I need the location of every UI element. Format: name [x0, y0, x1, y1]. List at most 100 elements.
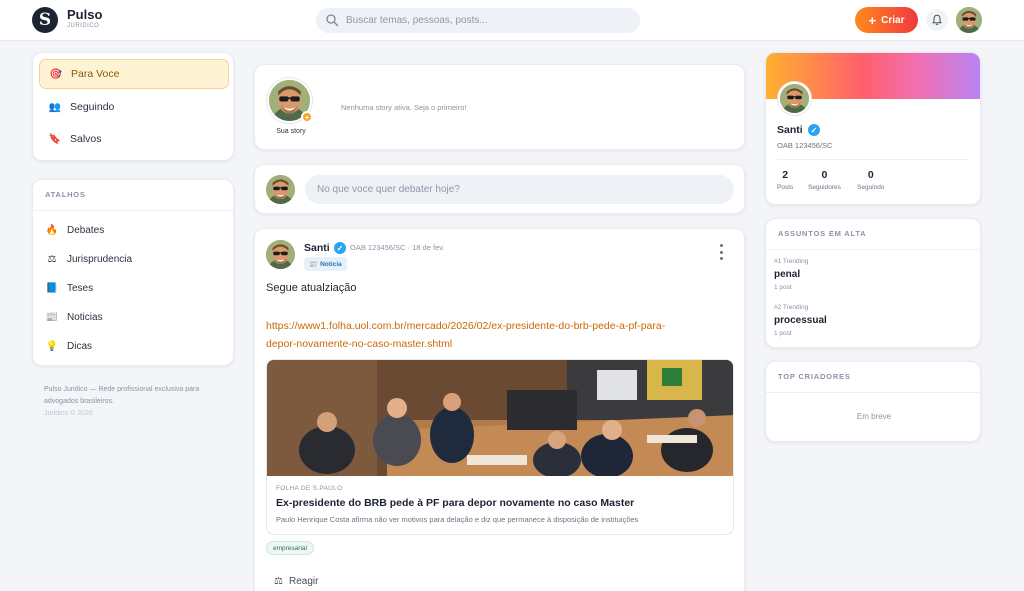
- add-story-icon[interactable]: +: [301, 111, 313, 123]
- post-category-badge: 📰 Noticia: [304, 257, 347, 271]
- more-options-button[interactable]: [717, 244, 725, 260]
- divider: [777, 159, 969, 160]
- divider: [33, 210, 233, 211]
- bell-icon: [932, 14, 942, 25]
- book-icon: 📘: [45, 282, 59, 294]
- post-link-line: depor-novamente-no-caso-master.shtml: [266, 338, 453, 350]
- stories-panel: + Sua story Nenhuma story ativa. Seja o …: [254, 64, 745, 150]
- shortcut-label: Noticias: [67, 311, 103, 323]
- plus-icon: +: [868, 12, 877, 28]
- footer-copyright: Juridico © 2026: [44, 410, 93, 417]
- shortcut-teses[interactable]: 📘 Teses: [45, 279, 93, 297]
- react-button[interactable]: ⚖ Reagir: [274, 576, 318, 587]
- stat-posts[interactable]: 2 Posts: [777, 169, 793, 191]
- top-creators-panel: TOP CRIADORES Em breve: [765, 361, 981, 442]
- feed-post: Santi ✓ OAB 123456/SC · 18 de fev. 📰 Not…: [254, 228, 745, 591]
- link-preview-description: Paulo Henrique Costa afirma não ver moti…: [276, 515, 639, 524]
- post-oab: OAB 123456/SC: [350, 243, 406, 252]
- create-button[interactable]: + Criar: [855, 7, 918, 33]
- footer-description: Pulso Juridico — Rede profissional exclu…: [44, 386, 200, 405]
- shortcuts-title: ATALHOS: [45, 190, 86, 199]
- link-preview-card[interactable]: FOLHA DE S.PAULO Ex-presidente do BRB pe…: [266, 359, 734, 535]
- trending-topic[interactable]: penal: [774, 269, 800, 280]
- post-author-name[interactable]: Santi: [304, 242, 330, 254]
- scales-icon: ⚖: [274, 576, 283, 587]
- post-author-avatar[interactable]: [266, 240, 295, 269]
- trending-topic[interactable]: processual: [774, 315, 827, 326]
- divider: [766, 392, 980, 393]
- nav-item-para-voce[interactable]: 🎯 Para Voce: [39, 59, 229, 89]
- nav-item-label: Salvos: [70, 133, 102, 145]
- search-icon: [326, 14, 339, 27]
- link-preview-source: FOLHA DE S.PAULO: [276, 485, 343, 492]
- stat-value: 2: [782, 169, 789, 181]
- post-link-line: https://www1.folha.uol.com.br/mercado/20…: [266, 320, 666, 332]
- shortcuts-panel: ATALHOS 🔥 Debates ⚖ Jurisprudencia 📘 Tes…: [32, 179, 234, 366]
- shortcut-label: Dicas: [67, 340, 93, 352]
- trending-rank: #1 Trending: [774, 258, 809, 265]
- lightbulb-icon: 💡: [45, 340, 59, 352]
- stat-following[interactable]: 0 Seguindo: [857, 169, 884, 191]
- stat-label: Seguindo: [857, 184, 885, 191]
- post-category-label: Noticia: [320, 260, 342, 268]
- brand-subtitle: JURIDICO: [67, 23, 100, 29]
- my-story-label: Sua story: [276, 128, 306, 135]
- dartboard-icon: 🎯: [49, 68, 63, 80]
- nav-item-seguindo[interactable]: 👥 Seguindo: [39, 92, 229, 122]
- people-icon: 👥: [48, 101, 62, 113]
- trending-panel: ASSUNTOS EM ALTA #1 Trending penal 1 pos…: [765, 218, 981, 348]
- newspaper-icon: 📰: [309, 261, 318, 268]
- fire-icon: 🔥: [45, 224, 59, 236]
- profile-avatar[interactable]: [778, 82, 811, 115]
- react-label: Reagir: [288, 576, 319, 587]
- shortcut-dicas[interactable]: 💡 Dicas: [45, 337, 92, 355]
- trending-count: 1 post: [774, 330, 792, 337]
- profile-card: Santi ✓ OAB 123456/SC 2 Posts 0 Seguidor…: [765, 52, 981, 205]
- bookmark-icon: 🔖: [48, 133, 62, 145]
- shortcut-jurisprudencia[interactable]: ⚖ Jurisprudencia: [45, 250, 133, 268]
- logo[interactable]: S: [32, 7, 58, 33]
- shortcut-label: Teses: [67, 282, 94, 294]
- brand-name: Pulso: [67, 7, 103, 22]
- search-bar[interactable]: [316, 8, 640, 33]
- newspaper-icon: 📰: [45, 311, 59, 323]
- shortcut-label: Jurisprudencia: [67, 253, 133, 265]
- nav-item-salvos[interactable]: 🔖 Salvos: [39, 124, 229, 154]
- profile-oab: OAB 123456/SC: [777, 141, 833, 150]
- top-creators-title: TOP CRIADORES: [778, 372, 851, 381]
- main-nav: 🎯 Para Voce 👥 Seguindo 🔖 Salvos: [32, 52, 234, 161]
- trending-rank: #2 Trending: [774, 304, 809, 311]
- stat-followers[interactable]: 0 Seguidores: [808, 169, 841, 191]
- trending-title: ASSUNTOS EM ALTA: [778, 229, 867, 238]
- stat-value: 0: [867, 169, 874, 181]
- post-text: Segue atualziação: [266, 282, 357, 294]
- post-composer: [254, 164, 745, 214]
- post-meta: OAB 123456/SC · 18 de fev.: [350, 243, 445, 252]
- notifications-button[interactable]: [926, 9, 948, 31]
- shortcut-debates[interactable]: 🔥 Debates: [45, 221, 104, 239]
- stories-empty-text: Nenhuma story ativa. Seja o primeiro!: [341, 103, 467, 112]
- post-link[interactable]: https://www1.folha.uol.com.br/mercado/20…: [266, 317, 736, 353]
- nav-item-label: Para Voce: [71, 68, 120, 80]
- top-bar: S Pulso JURIDICO + Criar: [0, 0, 1024, 41]
- stat-value: 0: [821, 169, 828, 181]
- stat-label: Posts: [777, 184, 794, 191]
- top-creators-empty: Em breve: [856, 412, 892, 421]
- trending-count: 1 post: [774, 284, 792, 291]
- verified-icon: ✓: [334, 242, 346, 254]
- stat-label: Seguidores: [808, 184, 841, 191]
- divider: [766, 249, 980, 250]
- shortcut-label: Debates: [67, 224, 105, 236]
- search-input[interactable]: [346, 12, 631, 29]
- user-avatar[interactable]: [956, 7, 982, 33]
- link-preview-title: Ex-presidente do BRB pede à PF para depo…: [276, 497, 635, 509]
- nav-item-label: Seguindo: [70, 101, 115, 113]
- composer-input[interactable]: [305, 175, 734, 204]
- post-hashtag[interactable]: empresarial: [266, 541, 314, 555]
- link-preview-image: [267, 360, 733, 476]
- create-button-label: Criar: [881, 14, 905, 26]
- profile-name[interactable]: Santi: [777, 124, 803, 136]
- post-date: · 18 de fev.: [407, 243, 445, 252]
- shortcut-noticias[interactable]: 📰 Noticias: [45, 308, 103, 326]
- scales-icon: ⚖: [47, 253, 57, 265]
